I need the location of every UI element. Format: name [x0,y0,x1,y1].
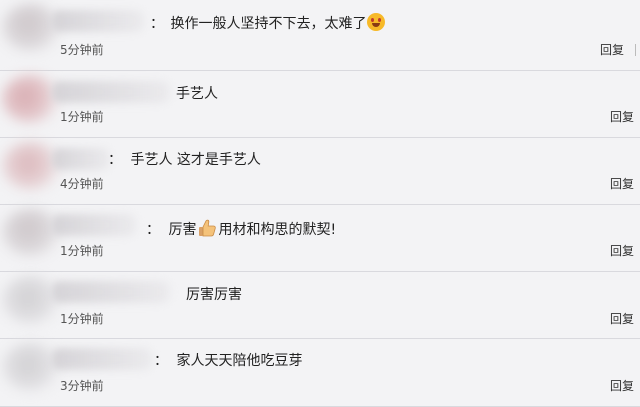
comment-item: ： 厉害 用材和构思的默契! 1分钟前 回复 [0,205,640,272]
comment-item: ： 手艺人 1分钟前 回复 [0,71,640,138]
comment-body: 家人天天陪他吃豆芽 [176,353,303,369]
comment-time: 1分钟前 [60,244,104,258]
username-blurred[interactable] [52,348,152,370]
comment-time: 5分钟前 [60,43,104,57]
comment-body-after: 用材和构思的默契! [218,222,337,238]
comment-body-before: 厉害 [168,222,197,238]
username-blurred[interactable] [52,281,170,303]
comment-item: ： 厉害厉害 1分钟前 回复 [0,272,640,339]
grinning-face-icon [367,13,386,31]
comment-item: ： 手艺人 这才是手艺人 4分钟前 回复 [0,138,640,205]
username-blurred[interactable] [52,81,170,103]
comment-time: 1分钟前 [60,312,104,326]
username-blurred[interactable] [52,148,110,170]
avatar[interactable] [2,343,60,391]
comment-time: 1分钟前 [60,110,104,124]
comment-text: ： 手艺人 这才是手艺人 [108,151,261,169]
comment-item: ： 换作一般人坚持不下去，太难了 5分钟前 回复 [0,0,640,71]
comment-separator: ： [150,16,164,32]
comment-text: ： 换作一般人坚持不下去，太难了 [150,13,386,33]
thumbs-up-icon [199,219,217,237]
comment-text: ： 厉害厉害 [186,286,242,304]
comment-body: 换作一般人坚持不下去，太难了 [170,16,367,32]
comment-text: ： 厉害 用材和构思的默契! [146,218,336,239]
comment-separator: ： [154,353,168,369]
avatar[interactable] [2,209,60,257]
avatar[interactable] [2,4,60,52]
reply-button[interactable]: 回复 [610,243,634,259]
comment-body: 手艺人 [176,86,218,102]
reply-button[interactable]: 回复 [600,42,624,58]
reply-button[interactable]: 回复 [610,109,634,125]
comment-time: 3分钟前 [60,379,104,393]
avatar[interactable] [2,75,60,123]
comment-time: 4分钟前 [60,177,104,191]
comment-body: 手艺人 这才是手艺人 [130,152,261,168]
reply-button[interactable]: 回复 [610,311,634,327]
comment-list: ： 换作一般人坚持不下去，太难了 5分钟前 回复 ： 手艺人 1分钟前 回复 ：… [0,0,640,407]
reply-divider [635,44,636,56]
avatar[interactable] [2,142,60,190]
avatar[interactable] [2,276,60,324]
comment-separator: ： [108,152,122,168]
reply-button[interactable]: 回复 [610,378,634,394]
username-blurred[interactable] [52,214,136,236]
comment-text: ： 家人天天陪他吃豆芽 [154,352,302,370]
comment-separator: ： [146,222,160,238]
reply-button[interactable]: 回复 [610,176,634,192]
username-blurred[interactable] [52,10,144,32]
comment-item: ： 家人天天陪他吃豆芽 3分钟前 回复 [0,339,640,407]
comment-body: 厉害厉害 [186,287,242,303]
comment-text: ： 手艺人 [176,85,218,103]
